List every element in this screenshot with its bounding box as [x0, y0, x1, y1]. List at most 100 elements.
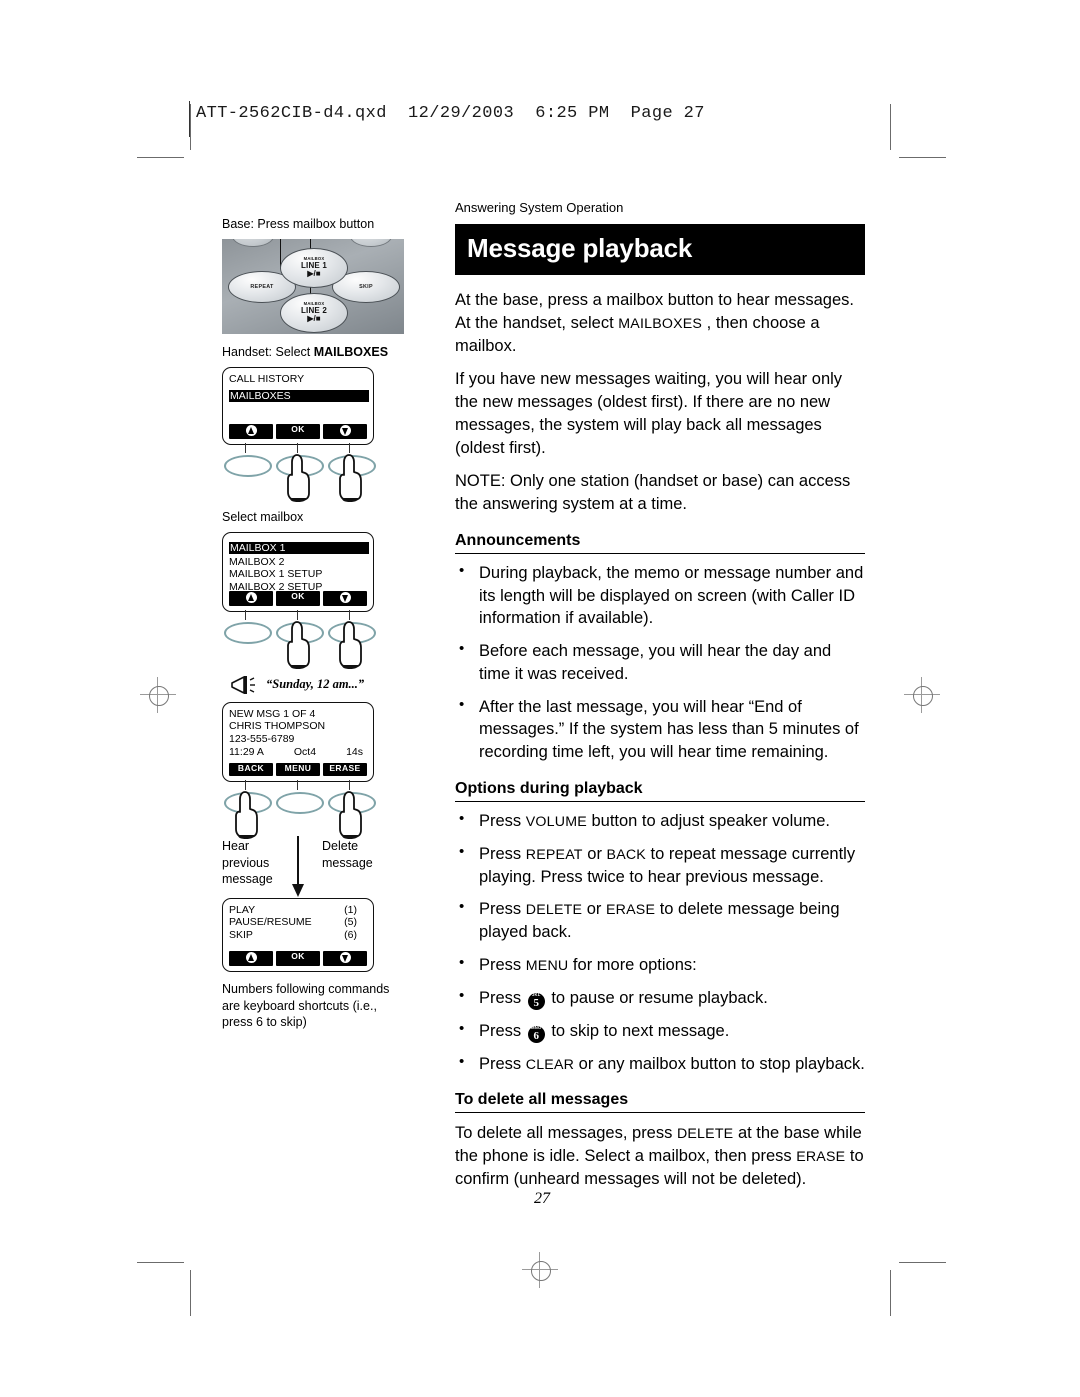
delete-text: To delete all messages, press [455, 1124, 677, 1143]
section-heading-to-delete-all-messages: To delete all messages [455, 1091, 865, 1114]
crop-mark-bottom-left-vertical [190, 1270, 191, 1316]
list-item: Before each message, you will hear the d… [455, 639, 865, 686]
leader-stem [245, 442, 247, 453]
intro-line-2-pre: At the handset, select [455, 313, 619, 332]
softkey-down[interactable] [323, 950, 367, 966]
running-head: Answering System Operation [455, 200, 624, 215]
handset-screen-mailboxes-menu: CALL HISTORY MAILBOXES OK [222, 366, 374, 445]
smallcap-back: BACK [606, 846, 646, 863]
screen2-line-mailbox-2[interactable]: MAILBOX 2 [229, 556, 367, 569]
options-bullet-list: Press VOLUME button to adjust speaker vo… [455, 809, 865, 1075]
screen1-softkeys: OK [229, 423, 367, 439]
hand-label-delete-message: Delete message [322, 838, 373, 870]
bullet-text: Press [479, 844, 526, 863]
softkey-target-left-1[interactable] [224, 442, 272, 507]
pointing-hand-icon [287, 620, 310, 669]
softkey-target-mid-1[interactable] [276, 442, 324, 507]
crop-mark-bottom-right-horizontal [899, 1262, 946, 1263]
select-mailbox-caption: Select mailbox [222, 509, 304, 524]
bullet-text: to pause or resume playback. [546, 988, 768, 1007]
softkey-ok[interactable]: OK [276, 590, 320, 606]
softkey-target-right-1[interactable] [328, 442, 376, 507]
screen3-new-msg-count: NEW MSG 1 OF 4 [229, 707, 316, 720]
list-item: Press MENU for more options: [455, 953, 865, 977]
handset-button-oval[interactable] [276, 791, 324, 814]
softkey-target-right-2[interactable] [328, 609, 376, 674]
screen4-row-skip[interactable]: SKIP (6) [229, 929, 357, 942]
document-page: ATT-2562CIB-d4.qxd 12/29/2003 6:25 PM Pa… [0, 0, 1080, 1397]
screen4-value-skip: (6) [344, 929, 357, 942]
screen1-line-call-history[interactable]: CALL HISTORY [229, 373, 367, 386]
play-stop-icon-line1: ▶/■ [307, 269, 321, 279]
screen4-row-play[interactable]: PLAY (1) [229, 904, 357, 917]
softkey-up[interactable] [229, 590, 273, 606]
main-content-column: Answering System Operation Message playb… [455, 200, 865, 1202]
leader-stem [297, 779, 299, 790]
bullet-text: Press [479, 988, 526, 1007]
screen4-value-pause-resume: (5) [344, 916, 357, 929]
softkey-target-mid-2[interactable] [276, 609, 324, 674]
keypad-key-6-icon: MNO 6 [527, 1024, 545, 1043]
screen2-row-0[interactable]: MAILBOX 1 [229, 538, 369, 556]
softkey-up[interactable] [229, 423, 273, 439]
screen3-date: Oct4 [293, 746, 317, 759]
screen4-label-pause-resume: PAUSE/RESUME [229, 916, 312, 929]
screen3-meta-row: 11:29 A Oct4 14s [229, 746, 363, 759]
softkey-ok[interactable]: OK [276, 423, 320, 439]
crop-mark-bottom-left-horizontal [137, 1262, 184, 1263]
softkey-up[interactable] [229, 950, 273, 966]
leader-stem [245, 609, 247, 620]
registration-mark-right [904, 677, 940, 713]
softkey-target-erase[interactable] [328, 779, 376, 844]
bullet-text: to skip to next message. [546, 1021, 730, 1040]
film-header-text: ATT-2562CIB-d4.qxd 12/29/2003 6:25 PM Pa… [196, 104, 705, 123]
voice-prompt-text: “Sunday, 12 am...” [266, 676, 365, 691]
base-caption: Base: Press mailbox button [222, 217, 375, 231]
base-button-mailbox-line1[interactable]: MAILBOX LINE 1 ▶/■ [280, 247, 348, 288]
bullet-text: Press [479, 812, 526, 831]
base-button-mailbox-line2[interactable]: MAILBOX LINE 2 ▶/■ [280, 292, 348, 333]
bullet-text: or [582, 844, 607, 863]
keypad-key-6-letters: MNO [531, 1024, 542, 1030]
hand-press-row-3 [222, 779, 376, 839]
screen1-line-mailboxes-wrap[interactable]: MAILBOXES [229, 386, 369, 404]
registration-mark-left [140, 677, 176, 713]
softkey-target-back[interactable] [224, 779, 272, 844]
handset-button-oval[interactable] [224, 621, 272, 644]
note-paragraph: NOTE: Only one station (handset or base)… [455, 472, 851, 514]
screen3-time: 11:29 A [229, 746, 264, 759]
softkey-back[interactable]: BACK [229, 762, 273, 776]
page-title-banner: Message playback [455, 224, 865, 275]
registration-mark-bottom [522, 1252, 558, 1288]
softkey-target-left-2[interactable] [224, 609, 272, 674]
page-number: 27 [534, 1190, 550, 1207]
base-button-skip-label: SKIP [359, 283, 373, 290]
screen2-softkeys: OK [229, 590, 367, 606]
softkey-down[interactable] [323, 590, 367, 606]
page-title: Message playback [467, 233, 693, 263]
softkey-ok[interactable]: OK [276, 950, 320, 966]
crop-mark-top-right-horizontal [899, 157, 946, 158]
list-item: Press MNO6 to skip to next message. [455, 1019, 865, 1043]
hand-press-row-1 [222, 442, 376, 507]
intro-paragraph-1: At the base, press a mailbox button to h… [455, 289, 865, 357]
handset-caption: Handset: Select MAILBOXES [222, 344, 422, 361]
smallcap-volume: VOLUME [525, 814, 587, 831]
pointing-hand-icon [339, 790, 362, 839]
list-item: Press DELETE or ERASE to delete message … [455, 897, 865, 944]
list-item: Press REPEAT or BACK to repeat message c… [455, 842, 865, 889]
screen4-value-play: (1) [344, 903, 357, 916]
base-button-topleft [232, 238, 274, 247]
softkey-erase[interactable]: ERASE [323, 762, 367, 776]
smallcap-clear: CLEAR [525, 1056, 575, 1073]
softkey-down[interactable] [323, 423, 367, 439]
screen4-row-pause-resume[interactable]: PAUSE/RESUME (5) [229, 916, 357, 929]
header-divider-rule [189, 101, 190, 137]
screen3-softkeys: BACK MENU ERASE [229, 762, 367, 776]
screen3-caller-name: CHRIS THOMPSON [229, 720, 326, 733]
handset-button-oval[interactable] [224, 454, 272, 477]
list-item: During playback, the memo or message num… [455, 561, 865, 630]
shortcut-footnote: Numbers following commands are keyboard … [222, 981, 390, 1030]
softkey-menu[interactable]: MENU [276, 762, 320, 776]
screen2-line-mailbox-1-setup[interactable]: MAILBOX 1 SETUP [229, 568, 367, 581]
